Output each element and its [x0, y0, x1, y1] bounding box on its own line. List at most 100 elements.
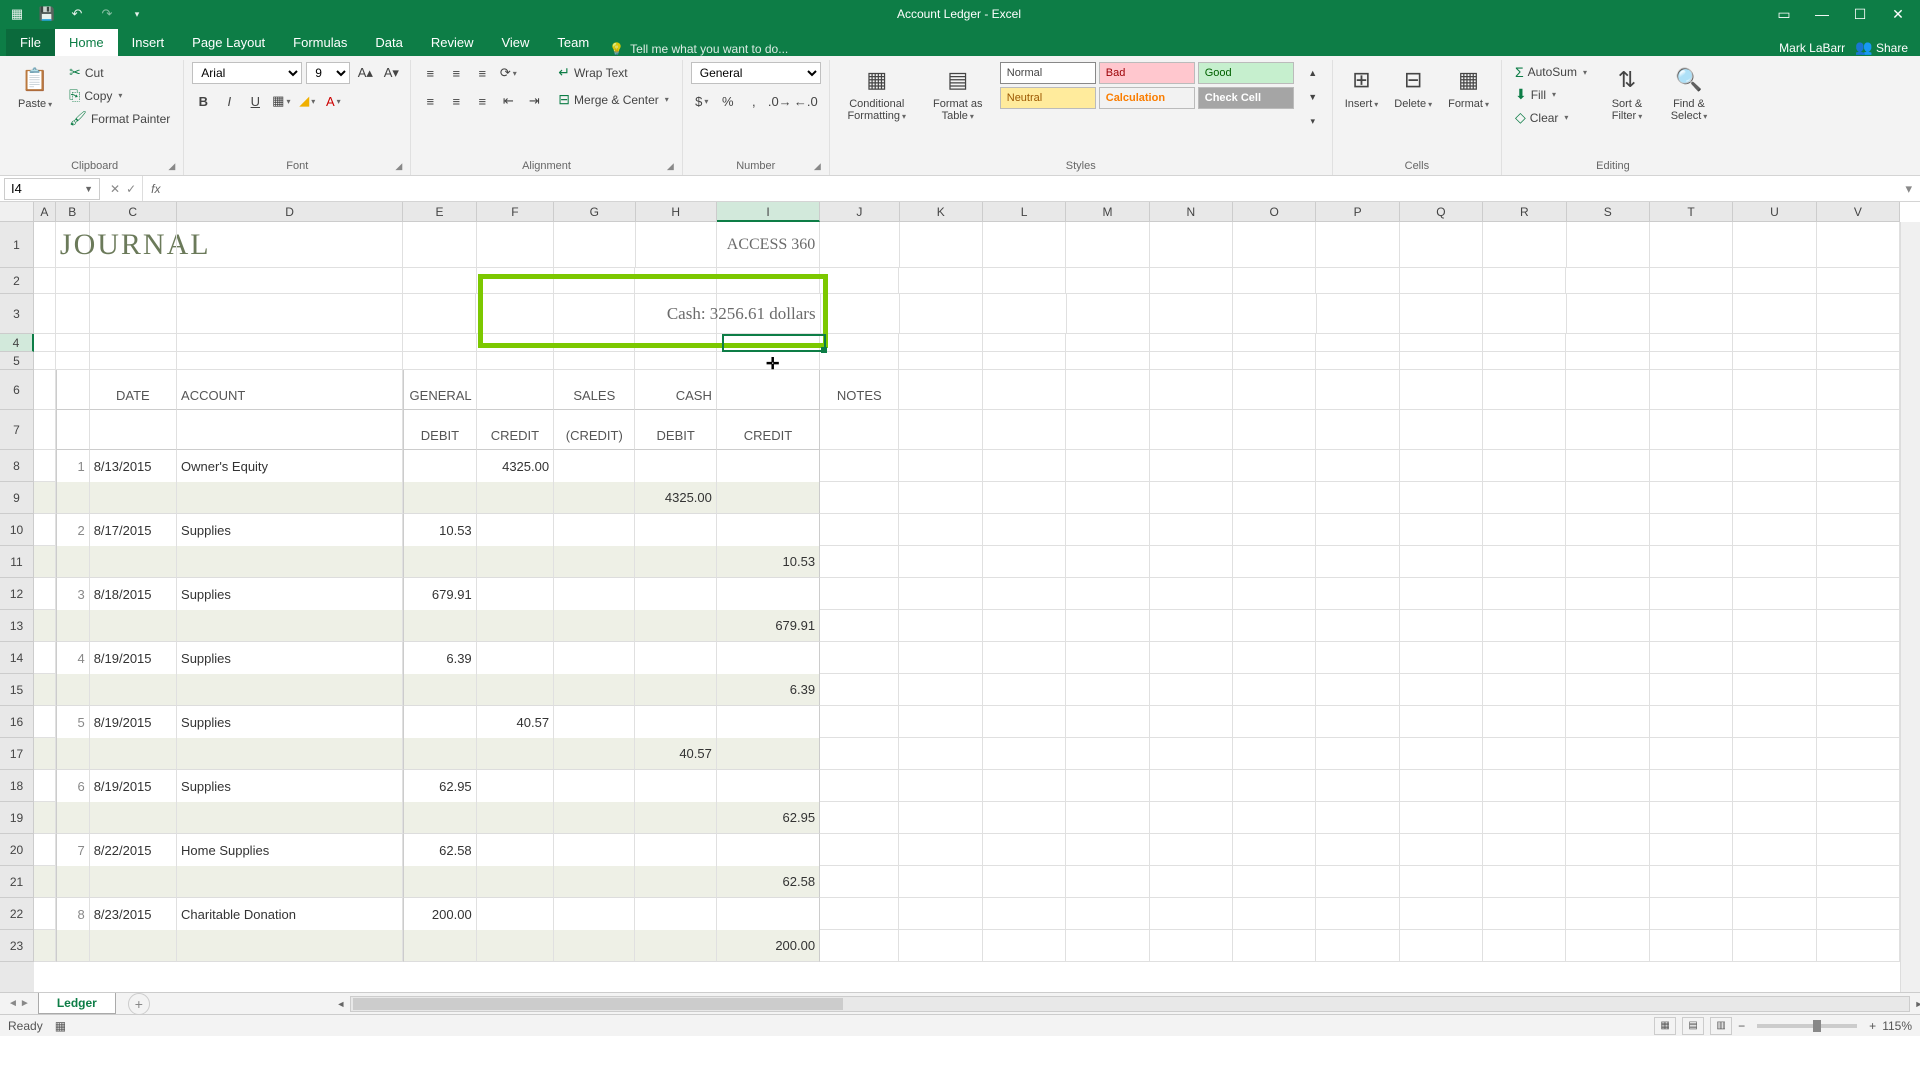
cell[interactable]	[477, 482, 554, 514]
cell[interactable]	[1317, 294, 1400, 334]
cell[interactable]	[34, 834, 56, 866]
cell[interactable]	[983, 222, 1066, 268]
cell[interactable]	[34, 674, 56, 706]
cell[interactable]	[1650, 352, 1733, 370]
cell[interactable]	[56, 410, 90, 450]
cell[interactable]	[34, 482, 56, 514]
cell[interactable]: 40.57	[477, 706, 554, 738]
row-header-1[interactable]: 1	[0, 222, 34, 268]
cell[interactable]	[1233, 334, 1316, 352]
cell[interactable]	[90, 802, 177, 834]
cell[interactable]	[477, 578, 554, 610]
cell[interactable]	[820, 898, 899, 930]
entry-account[interactable]: Home Supplies	[177, 834, 403, 866]
row-header-20[interactable]: 20	[0, 834, 34, 866]
style-bad[interactable]: Bad	[1099, 62, 1195, 84]
cell[interactable]	[1817, 450, 1900, 482]
row-header-2[interactable]: 2	[0, 268, 34, 294]
cell[interactable]	[635, 578, 716, 610]
cell[interactable]	[1817, 546, 1900, 578]
entry-number[interactable]: 2	[56, 514, 90, 546]
cell[interactable]	[403, 222, 476, 268]
row-header-19[interactable]: 19	[0, 802, 34, 834]
wrap-text-button[interactable]: ↵Wrap Text	[553, 62, 673, 83]
cell[interactable]	[56, 370, 90, 410]
cell[interactable]	[1400, 450, 1483, 482]
cell[interactable]	[1066, 334, 1149, 352]
cell[interactable]	[983, 610, 1066, 642]
cell[interactable]: ACCOUNT	[177, 370, 403, 410]
cell[interactable]	[820, 834, 899, 866]
cell[interactable]	[477, 222, 554, 268]
row-header-9[interactable]: 9	[0, 482, 34, 514]
row-header-4[interactable]: 4	[0, 334, 34, 352]
cell[interactable]	[635, 674, 716, 706]
cell[interactable]	[1150, 482, 1233, 514]
cell[interactable]	[477, 370, 554, 410]
conditional-formatting-button[interactable]: ▦Conditional Formatting	[838, 62, 916, 124]
cell[interactable]	[1483, 294, 1566, 334]
cell[interactable]	[820, 482, 899, 514]
cell[interactable]	[477, 770, 554, 802]
cell[interactable]	[1817, 642, 1900, 674]
cell[interactable]	[1817, 334, 1900, 352]
cell[interactable]	[1066, 930, 1149, 962]
cell[interactable]	[1400, 334, 1483, 352]
cell[interactable]	[1150, 294, 1233, 334]
cell[interactable]	[1483, 352, 1566, 370]
cell[interactable]	[403, 352, 476, 370]
cell[interactable]	[1400, 898, 1483, 930]
cell[interactable]	[554, 482, 635, 514]
orientation-icon[interactable]: ⟳	[497, 62, 519, 84]
cell[interactable]	[1233, 706, 1316, 738]
cell[interactable]	[477, 898, 554, 930]
cell[interactable]	[56, 738, 90, 770]
row-header-11[interactable]: 11	[0, 546, 34, 578]
cell[interactable]	[1733, 514, 1816, 546]
delete-cells-button[interactable]: ⊟Delete	[1390, 62, 1436, 112]
cell[interactable]	[554, 706, 635, 738]
tab-insert[interactable]: Insert	[118, 29, 179, 56]
cell[interactable]	[1066, 482, 1149, 514]
cell[interactable]	[1650, 410, 1733, 450]
cell[interactable]: DEBIT	[403, 410, 476, 450]
sort-filter-button[interactable]: ⇅Sort & Filter	[1600, 62, 1654, 124]
cell[interactable]	[476, 294, 553, 334]
cell[interactable]	[1066, 674, 1149, 706]
column-header-O[interactable]: O	[1233, 202, 1316, 222]
cut-button[interactable]: ✂Cut	[64, 62, 175, 83]
cell[interactable]	[1316, 578, 1399, 610]
cell[interactable]	[1233, 578, 1316, 610]
cell[interactable]	[820, 610, 899, 642]
cell[interactable]	[34, 222, 56, 268]
cell[interactable]	[1233, 834, 1316, 866]
entry-number[interactable]: 3	[56, 578, 90, 610]
cell[interactable]: 10.53	[717, 546, 820, 578]
format-as-table-button[interactable]: ▤Format as Table	[924, 62, 992, 124]
cell[interactable]	[1650, 482, 1733, 514]
cell[interactable]	[1400, 514, 1483, 546]
cell[interactable]	[1233, 352, 1316, 370]
qat-customize-icon[interactable]: ▾	[128, 5, 146, 23]
cell[interactable]	[820, 546, 899, 578]
tab-file[interactable]: File	[6, 29, 55, 56]
cell[interactable]	[56, 866, 90, 898]
cell[interactable]	[177, 268, 403, 294]
cell[interactable]	[899, 546, 982, 578]
column-header-T[interactable]: T	[1650, 202, 1733, 222]
row-header-13[interactable]: 13	[0, 610, 34, 642]
cell[interactable]	[1817, 578, 1900, 610]
cell[interactable]	[90, 222, 177, 268]
cell[interactable]	[56, 610, 90, 642]
entry-date[interactable]: 8/19/2015	[90, 642, 177, 674]
cell[interactable]	[1817, 514, 1900, 546]
column-header-N[interactable]: N	[1150, 202, 1233, 222]
cell[interactable]	[1483, 738, 1566, 770]
cell[interactable]: 10.53	[403, 514, 476, 546]
tab-page-layout[interactable]: Page Layout	[178, 29, 279, 56]
cell[interactable]	[177, 930, 403, 962]
entry-date[interactable]: 8/13/2015	[90, 450, 177, 482]
cell[interactable]	[899, 370, 982, 410]
cell[interactable]	[1066, 450, 1149, 482]
fill-button[interactable]: ⬇Fill	[1510, 84, 1592, 105]
